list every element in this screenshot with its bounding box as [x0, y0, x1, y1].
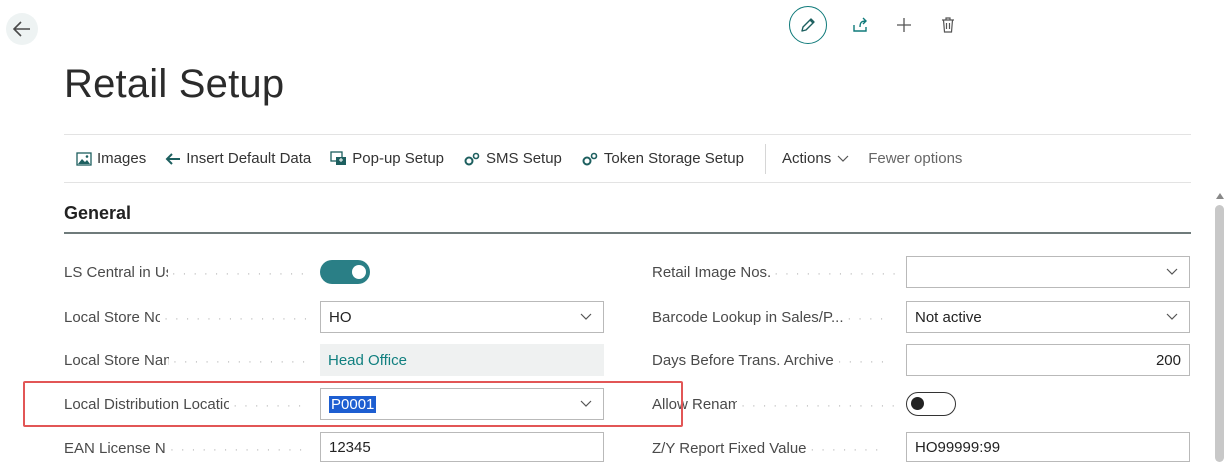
- field-value: Not active: [915, 308, 982, 326]
- field-label: LS Central in Use: [64, 263, 168, 281]
- new-button[interactable]: [889, 10, 919, 40]
- field-value: 12345: [329, 438, 371, 456]
- images-action[interactable]: Images: [64, 135, 152, 182]
- plus-icon: [897, 18, 911, 32]
- local-distribution-select[interactable]: P0001: [320, 388, 604, 420]
- field-label: Days Before Trans. Archive: [652, 351, 834, 369]
- page-title: Retail Setup: [64, 62, 285, 106]
- field-value: P0001: [329, 395, 377, 413]
- days-before-archive-input[interactable]: 200: [906, 344, 1190, 376]
- page-actions: [789, 6, 963, 44]
- chevron-down-icon[interactable]: [1163, 268, 1181, 276]
- chevron-down-icon[interactable]: [577, 313, 595, 321]
- popup-icon: [330, 151, 347, 166]
- trash-icon: [942, 17, 954, 33]
- field-local-store-name: Local Store Name · · · · · · · · · · · ·…: [64, 351, 309, 369]
- chevron-down-icon[interactable]: [1163, 313, 1181, 321]
- actions-menu[interactable]: Actions: [776, 135, 855, 182]
- popup-setup-label: Pop-up Setup: [352, 150, 445, 167]
- field-value: Head Office: [328, 351, 407, 369]
- delete-button[interactable]: [933, 10, 963, 40]
- allow-rename-toggle[interactable]: [906, 392, 956, 416]
- arrow-left-icon: [13, 21, 30, 37]
- barcode-lookup-select[interactable]: Not active: [906, 301, 1190, 333]
- gear-icon: [581, 151, 599, 167]
- zy-report-input[interactable]: HO99999:99: [906, 432, 1190, 462]
- field-label: EAN License No.: [64, 439, 166, 457]
- ean-license-input[interactable]: 12345: [320, 432, 604, 462]
- toggle-knob: [911, 397, 924, 410]
- back-button[interactable]: [6, 13, 38, 45]
- chevron-down-icon: [837, 155, 849, 163]
- field-label: Local Store Name: [64, 351, 169, 369]
- local-store-name-value: Head Office: [320, 344, 604, 376]
- field-value: HO: [329, 308, 352, 326]
- field-ls-central: LS Central in Use · · · · · · · · · · · …: [64, 263, 309, 281]
- field-zy-report: Z/Y Report Fixed Value · · · · · · ·: [652, 439, 881, 457]
- field-days-before-archive: Days Before Trans. Archive · · · · ·: [652, 351, 887, 369]
- sms-setup-label: SMS Setup: [486, 150, 562, 167]
- fewer-options-button[interactable]: Fewer options: [862, 135, 968, 182]
- sms-setup-action[interactable]: SMS Setup: [457, 135, 568, 182]
- token-storage-action[interactable]: Token Storage Setup: [575, 135, 750, 182]
- images-label: Images: [97, 150, 147, 167]
- scroll-up-icon[interactable]: [1216, 193, 1224, 199]
- field-local-store-no: Local Store No. · · · · · · · · · · · · …: [64, 308, 309, 326]
- local-store-no-select[interactable]: HO: [320, 301, 604, 333]
- field-label: Allow Rename: [652, 395, 738, 413]
- share-icon: [853, 17, 867, 32]
- field-label: Barcode Lookup in Sales/P...: [652, 308, 844, 326]
- chevron-down-icon[interactable]: [577, 400, 595, 408]
- field-label: Retail Image Nos.: [652, 263, 771, 281]
- gear-icon: [463, 151, 481, 167]
- action-divider: [765, 143, 766, 174]
- arrow-left-icon: [165, 152, 181, 166]
- field-value: HO99999:99: [915, 438, 1001, 456]
- field-retail-image-nos: Retail Image Nos. · · · · · · · · · · · …: [652, 263, 897, 281]
- insert-default-label: Insert Default Data: [186, 150, 312, 167]
- section-divider: [64, 232, 1191, 234]
- share-button[interactable]: [845, 10, 875, 40]
- pencil-icon: [801, 18, 815, 32]
- field-allow-rename: Allow Rename · · · · · · · · · · · · · ·…: [652, 395, 897, 413]
- field-label: Local Store No.: [64, 308, 161, 326]
- image-icon: [76, 151, 92, 166]
- retail-image-nos-select[interactable]: [906, 256, 1190, 288]
- toggle-knob: [352, 265, 366, 279]
- scroll-thumb[interactable]: [1215, 205, 1224, 462]
- vertical-scrollbar[interactable]: [1214, 193, 1226, 462]
- popup-setup-action[interactable]: Pop-up Setup: [324, 135, 450, 182]
- edit-button[interactable]: [789, 6, 827, 44]
- field-label: Z/Y Report Fixed Value: [652, 439, 807, 457]
- fewer-options-label: Fewer options: [868, 150, 963, 167]
- field-local-distribution: Local Distribution Location · · · · · · …: [64, 395, 309, 413]
- token-storage-label: Token Storage Setup: [603, 150, 744, 167]
- action-bar: Images Insert Default Data Pop-up Setup …: [64, 134, 1191, 183]
- field-barcode-lookup: Barcode Lookup in Sales/P... · · · ·: [652, 308, 886, 326]
- actions-label: Actions: [782, 150, 832, 167]
- insert-default-action[interactable]: Insert Default Data: [159, 135, 317, 182]
- section-title-general: General: [64, 203, 132, 223]
- field-label: Local Distribution Location: [64, 395, 230, 413]
- field-ean-license: EAN License No. · · · · · · · · · · · · …: [64, 439, 309, 457]
- field-value: 200: [1155, 351, 1181, 369]
- ls-central-toggle[interactable]: [320, 260, 370, 284]
